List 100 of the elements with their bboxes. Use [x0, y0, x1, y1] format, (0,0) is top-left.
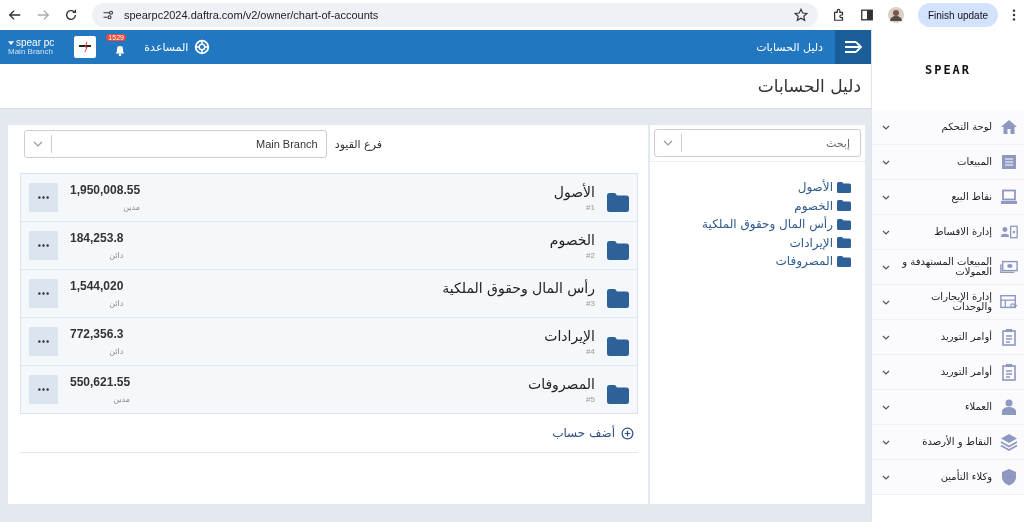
tree-item[interactable]: رأس المال وحقوق الملكية [702, 217, 833, 232]
balance-type: مدين [123, 203, 141, 212]
back-icon[interactable] [8, 8, 22, 22]
id-card-icon [1000, 223, 1018, 241]
company-logo-icon[interactable] [74, 36, 97, 58]
tree-item[interactable]: الأصول [797, 180, 833, 195]
tree-item[interactable]: الإيرادات [789, 235, 833, 250]
extensions-icon[interactable] [831, 8, 846, 22]
chevron-down-icon [882, 124, 890, 130]
account-balance: 772,356.3 [70, 327, 124, 341]
folder-icon [607, 289, 629, 308]
more-icon [38, 388, 49, 391]
account-balance: 1,950,008.55 [70, 183, 141, 197]
chevron-down-icon [882, 299, 890, 305]
account-name: رأس المال وحقوق الملكية [442, 279, 595, 296]
sidebar-item[interactable]: وكلاء التأمين [872, 460, 1024, 495]
home-icon [1000, 118, 1018, 136]
sidebar-toggle-icon[interactable] [835, 30, 871, 64]
sidebar-item[interactable]: إدارة الاقساط [872, 215, 1024, 250]
sidebar-item[interactable]: إدارة الإيجارات والوحدات [872, 285, 1024, 320]
branch-filter-label: فرع القيود [334, 137, 382, 151]
address-bar[interactable]: spearpc2024.daftra.com/v2/owner/chart-of-accounts [92, 3, 818, 27]
account-number: #5 [586, 394, 595, 404]
shield-icon [1000, 468, 1018, 486]
account-name: الإيرادات [544, 327, 595, 344]
page-title: دليل الحسابات [757, 76, 861, 96]
more-icon [38, 340, 49, 343]
sidebar-item[interactable]: العملاء [872, 390, 1024, 425]
balance-type: دائن [109, 299, 124, 308]
tree-item[interactable]: المصروفات [775, 254, 833, 269]
account-balance: 184,253.8 [70, 231, 124, 245]
sidebar-item[interactable]: المبيعات المستهدفة و العمولات [872, 250, 1024, 285]
balance-type: مدين [113, 395, 131, 404]
branch-name: Main Branch [8, 48, 53, 57]
folder-icon [837, 255, 851, 267]
storefront-icon [1000, 293, 1018, 311]
caret-icon [8, 40, 14, 45]
more-icon [38, 244, 49, 247]
side-panel-icon[interactable] [859, 8, 874, 22]
search-input[interactable]: إبحث [690, 135, 852, 151]
chevron-down-icon [882, 369, 890, 375]
header-title: دليل الحسابات [756, 40, 823, 54]
reload-icon[interactable] [64, 8, 78, 22]
avatar-icon[interactable] [887, 7, 904, 23]
account-number: #1 [586, 202, 595, 212]
laptop-icon [1000, 188, 1018, 206]
star-icon[interactable] [793, 8, 808, 22]
help-link[interactable]: المساعدة [144, 39, 211, 55]
chevron-down-icon [882, 334, 890, 340]
search-select[interactable]: إبحث [654, 129, 861, 157]
more-icon [38, 292, 49, 295]
account-number: #3 [586, 298, 595, 308]
site-settings-icon[interactable] [102, 9, 114, 21]
banknote-icon [1000, 258, 1018, 276]
account-name: الأصول [553, 183, 595, 200]
user-name[interactable]: spear pc [8, 37, 55, 49]
account-name: الخصوم [549, 231, 595, 248]
menu-icon[interactable] [1012, 8, 1016, 22]
folder-icon [837, 181, 851, 193]
folder-icon [837, 218, 851, 230]
chevron-down-icon [882, 194, 890, 200]
chevron-down-icon [33, 141, 43, 147]
plus-circle-icon [621, 426, 634, 440]
list-icon [1000, 153, 1018, 171]
folder-icon [837, 200, 851, 212]
tree-item[interactable]: الخصوم [794, 198, 833, 213]
sidebar-item[interactable]: المبيعات [872, 145, 1024, 180]
sidebar-item[interactable]: أوامر التوريد [872, 320, 1024, 355]
person-icon [1000, 398, 1018, 416]
folder-icon [837, 237, 851, 249]
sidebar-item[interactable]: لوحة التحكم [872, 110, 1024, 145]
account-number: #2 [586, 250, 595, 260]
folder-icon [607, 193, 629, 212]
chevron-down-icon [882, 404, 890, 410]
account-number: #4 [586, 346, 595, 356]
folder-icon [607, 337, 629, 356]
more-icon [38, 196, 49, 199]
branch-select[interactable]: Main Branch [24, 130, 327, 158]
add-account-link[interactable]: أضف حساب [552, 426, 634, 440]
user-menu[interactable]: spear pc Main Branch [8, 37, 55, 57]
sidebar-item[interactable]: أوامر التوريد [872, 355, 1024, 390]
balance-type: دائن [109, 347, 124, 356]
chevron-down-icon [663, 140, 673, 146]
finish-update-button[interactable]: Finish update [917, 3, 998, 27]
chevron-down-icon [882, 229, 890, 235]
folder-icon [607, 241, 629, 260]
sidebar-item[interactable]: النقاط و الأرصدة [872, 425, 1024, 460]
logo[interactable]: SPEAR [924, 63, 972, 77]
clipboard-icon [1000, 363, 1018, 381]
account-name: المصروفات [528, 375, 595, 392]
chevron-down-icon [882, 264, 890, 270]
layers-icon [1000, 433, 1018, 451]
chevron-down-icon [882, 439, 890, 445]
sidebar-item[interactable]: نقاط البيع [872, 180, 1024, 215]
lifebuoy-icon [194, 39, 211, 55]
chevron-down-icon [882, 159, 890, 165]
folder-icon [607, 385, 629, 404]
account-balance: 550,621.55 [70, 375, 131, 389]
chevron-down-icon [882, 474, 890, 480]
balance-type: دائن [109, 251, 124, 260]
